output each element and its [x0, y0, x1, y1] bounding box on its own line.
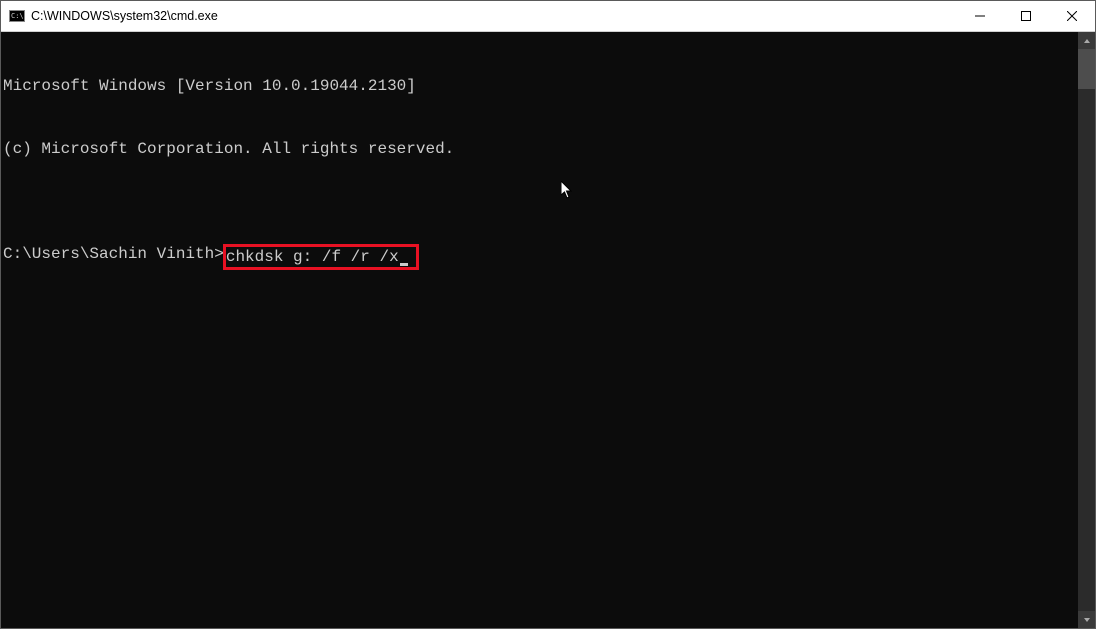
console-output[interactable]: Microsoft Windows [Version 10.0.19044.21… [1, 32, 1078, 628]
console-line: Microsoft Windows [Version 10.0.19044.21… [3, 76, 1078, 97]
command-highlight-box: chkdsk g: /f /r /x [223, 244, 419, 270]
title-bar[interactable]: C:\ C:\WINDOWS\system32\cmd.exe [1, 1, 1095, 32]
scroll-down-button[interactable] [1078, 611, 1095, 628]
vertical-scrollbar[interactable] [1078, 32, 1095, 628]
console-line: (c) Microsoft Corporation. All rights re… [3, 139, 1078, 160]
window-title: C:\WINDOWS\system32\cmd.exe [31, 9, 957, 23]
minimize-button[interactable] [957, 1, 1003, 31]
maximize-button[interactable] [1003, 1, 1049, 31]
scroll-thumb[interactable] [1078, 49, 1095, 89]
text-cursor [400, 263, 408, 266]
window-controls [957, 1, 1095, 31]
cmd-app-icon: C:\ [9, 8, 25, 24]
svg-text:C:\: C:\ [11, 12, 24, 20]
prompt-path: C:\Users\Sachin Vinith> [3, 244, 224, 265]
scroll-up-button[interactable] [1078, 32, 1095, 49]
prompt-line: C:\Users\Sachin Vinith>chkdsk g: /f /r /… [3, 244, 1078, 270]
typed-command: chkdsk g: /f /r /x [226, 247, 399, 268]
close-button[interactable] [1049, 1, 1095, 31]
cmd-window: C:\ C:\WINDOWS\system32\cmd.exe Microsof… [0, 0, 1096, 629]
client-area: Microsoft Windows [Version 10.0.19044.21… [1, 32, 1095, 628]
scroll-track[interactable] [1078, 49, 1095, 611]
mouse-pointer-icon [484, 160, 573, 228]
